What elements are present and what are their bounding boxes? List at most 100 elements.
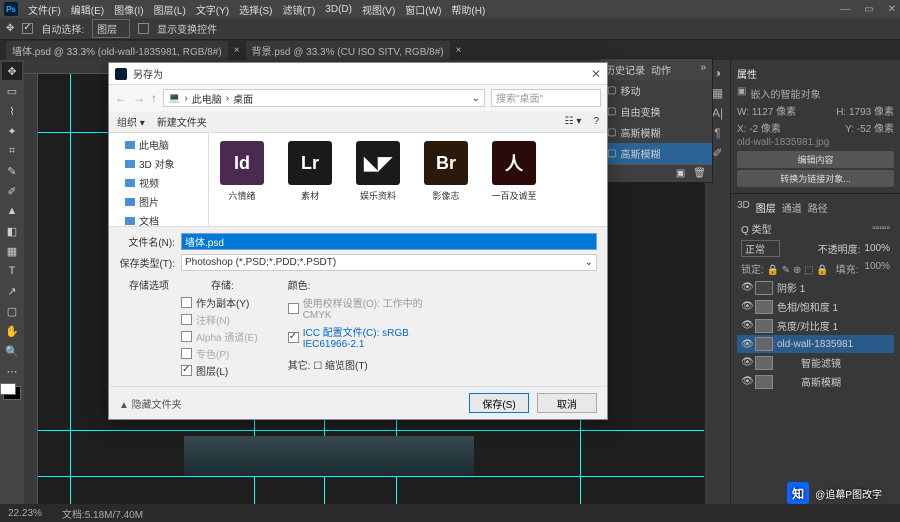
color-swatch[interactable] xyxy=(3,386,21,400)
tab-close-icon[interactable]: × xyxy=(456,45,462,56)
guide[interactable] xyxy=(70,74,71,522)
menu-item[interactable]: 图像(I) xyxy=(114,2,143,17)
panel-tab[interactable]: 动作 xyxy=(651,62,671,77)
search-input[interactable]: 搜索"桌面" xyxy=(491,89,601,107)
kind-filter[interactable]: Q 类型 xyxy=(741,221,772,236)
tree-item[interactable]: 图片 xyxy=(109,192,208,211)
zoom-tool[interactable]: 🔍 xyxy=(2,342,22,360)
breadcrumb[interactable]: 💻› 此电脑› 桌面 ⌄ xyxy=(163,89,485,107)
save-option[interactable]: 图层(L) xyxy=(181,363,258,378)
auto-select-checkbox[interactable] xyxy=(22,23,33,34)
menu-item[interactable]: 滤镜(T) xyxy=(283,2,316,17)
visibility-icon[interactable]: 👁 xyxy=(741,357,751,368)
layer-row[interactable]: 👁old-wall-1835981 xyxy=(737,335,894,353)
brush-tool[interactable]: ✐ xyxy=(2,182,22,200)
layer-row[interactable]: 👁色相/饱和度 1 xyxy=(737,297,894,316)
gradient-tool[interactable]: ▦ xyxy=(2,242,22,260)
filetype-dropdown[interactable]: Photoshop (*.PSD;*.PDD;*.PSDT)⌄ xyxy=(181,254,597,271)
marquee-tool[interactable]: ▭ xyxy=(2,82,22,100)
folder-item[interactable]: Lr素材 xyxy=(285,141,335,202)
shape-tool[interactable]: ▢ xyxy=(2,302,22,320)
view-icon[interactable]: ☷ ▾ xyxy=(565,116,582,127)
organize-button[interactable]: 组织 ▾ xyxy=(117,114,145,129)
folder-item[interactable]: 人一百及诚至 xyxy=(489,141,539,202)
menu-item[interactable]: 图层(L) xyxy=(154,2,186,17)
panel-tab[interactable]: 属性 xyxy=(737,66,757,81)
forward-icon[interactable]: → xyxy=(133,91,145,105)
filename-input[interactable]: 墙体.psd xyxy=(181,233,597,250)
crop-tool[interactable]: ⌗ xyxy=(2,142,22,160)
move-tool[interactable]: ✥ xyxy=(2,62,22,80)
tree-item[interactable]: 3D 对象 xyxy=(109,154,208,173)
panel-tab[interactable]: 3D xyxy=(737,200,750,215)
folder-item[interactable]: Id六情绪 xyxy=(217,141,267,202)
menu-item[interactable]: 文字(Y) xyxy=(196,2,229,17)
visibility-icon[interactable]: 👁 xyxy=(741,339,751,350)
history-item[interactable]: ▢高斯模糊 xyxy=(599,143,712,164)
layer-row[interactable]: 👁智能滤镜 xyxy=(737,353,894,372)
color-icon[interactable]: ◑ xyxy=(714,66,721,80)
save-option[interactable]: 作为副本(Y) xyxy=(181,295,258,310)
menu-item[interactable]: 窗口(W) xyxy=(405,2,441,17)
tree-item[interactable]: 视频 xyxy=(109,173,208,192)
menu-item[interactable]: 编辑(E) xyxy=(71,2,104,17)
edit-contents-button[interactable]: 编辑内容 xyxy=(737,151,894,168)
visibility-icon[interactable]: 👁 xyxy=(741,282,751,293)
lock-controls[interactable]: 锁定: 🔒 ✎ ⊕ ⬚ 🔒 xyxy=(741,261,829,276)
save-button[interactable]: 保存(S) xyxy=(469,393,529,413)
panel-tab[interactable]: 历史记录 xyxy=(605,62,645,77)
close-icon[interactable]: » xyxy=(700,62,706,77)
doc-tab[interactable]: 背景.psd @ 33.3% (CU ISO SITV, RGB/8#) xyxy=(246,41,450,60)
help-icon[interactable]: ? xyxy=(593,116,599,127)
thumbnail-option[interactable]: 其它: ☐ 缩览图(T) xyxy=(288,357,433,372)
visibility-icon[interactable]: 👁 xyxy=(741,376,751,387)
crumb-item[interactable]: 桌面 xyxy=(233,91,253,106)
para-icon[interactable]: ¶ xyxy=(714,126,720,140)
history-item[interactable]: ▢高斯模糊 xyxy=(599,122,712,143)
close-icon[interactable]: ✕ xyxy=(888,4,896,15)
history-item[interactable]: ▢移动 xyxy=(599,80,712,101)
fill-value[interactable]: 100% xyxy=(864,261,890,276)
history-item[interactable]: ▢自由变换 xyxy=(599,101,712,122)
show-transform-checkbox[interactable] xyxy=(138,23,149,34)
icc-checkbox[interactable] xyxy=(288,332,299,343)
guide[interactable] xyxy=(38,430,704,431)
layer-row[interactable]: 👁阴影 1 xyxy=(737,278,894,297)
brush-icon[interactable]: ✐ xyxy=(712,146,722,160)
menu-item[interactable]: 帮助(H) xyxy=(451,2,485,17)
menu-item[interactable]: 3D(D) xyxy=(325,4,352,15)
up-icon[interactable]: ↑ xyxy=(151,91,157,105)
cancel-button[interactable]: 取消 xyxy=(537,393,597,413)
blend-mode-dropdown[interactable]: 正常 xyxy=(741,240,780,257)
layer-row[interactable]: 👁高斯模糊 xyxy=(737,372,894,391)
convert-link-button[interactable]: 转换为链接对象... xyxy=(737,170,894,187)
close-icon[interactable]: ✕ xyxy=(591,67,601,81)
crumb-item[interactable]: 此电脑 xyxy=(192,91,222,106)
panel-tab[interactable]: 路径 xyxy=(808,200,828,215)
type-tool[interactable]: T xyxy=(2,262,22,280)
swatches-icon[interactable]: ▦ xyxy=(712,86,723,100)
ellipsis-icon[interactable]: ⋯ xyxy=(2,362,22,380)
folder-item[interactable]: ◣◤娱乐资料 xyxy=(353,141,403,202)
back-icon[interactable]: ← xyxy=(115,91,127,105)
panel-tab[interactable]: 图层 xyxy=(756,200,776,215)
hand-tool[interactable]: ✋ xyxy=(2,322,22,340)
wand-tool[interactable]: ✦ xyxy=(2,122,22,140)
char-icon[interactable]: A| xyxy=(712,106,723,120)
minimize-icon[interactable]: — xyxy=(840,4,850,15)
maximize-icon[interactable]: ▭ xyxy=(864,4,873,15)
auto-select-dropdown[interactable]: 图层 xyxy=(92,19,130,38)
opacity-value[interactable]: 100% xyxy=(864,243,890,254)
eyedropper-tool[interactable]: ✎ xyxy=(2,162,22,180)
visibility-icon[interactable]: 👁 xyxy=(741,320,751,331)
eraser-tool[interactable]: ◧ xyxy=(2,222,22,240)
path-tool[interactable]: ↗ xyxy=(2,282,22,300)
tree-item[interactable]: 此电脑 xyxy=(109,135,208,154)
trash-icon[interactable]: 🗑 xyxy=(693,168,706,179)
layer-row[interactable]: 👁亮度/对比度 1 xyxy=(737,316,894,335)
zoom-level[interactable]: 22.23% xyxy=(8,508,42,519)
lasso-tool[interactable]: ⌇ xyxy=(2,102,22,120)
menu-item[interactable]: 视图(V) xyxy=(362,2,395,17)
tab-close-icon[interactable]: × xyxy=(234,45,240,56)
menu-item[interactable]: 选择(S) xyxy=(239,2,272,17)
